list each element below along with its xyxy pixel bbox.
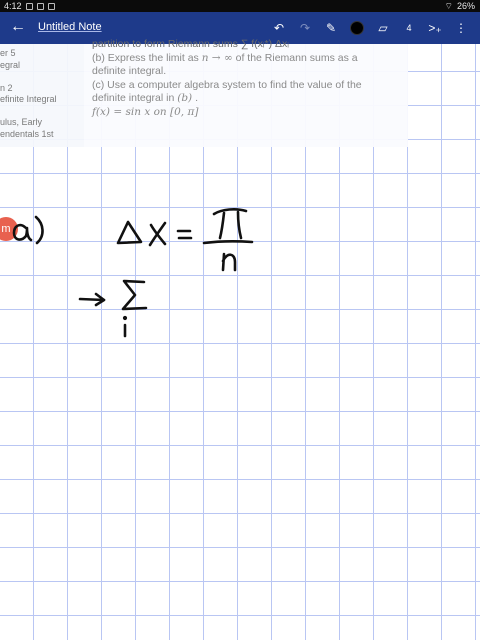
- handwriting-layer: [12, 208, 254, 338]
- ink-stroke-delta: [116, 220, 143, 245]
- ink-stroke-pi: [212, 208, 248, 216]
- ink-stroke-pi: [218, 211, 226, 240]
- ink-stroke-sigma: [121, 279, 148, 311]
- ink-stroke-arrow: [78, 297, 106, 302]
- ink-stroke-pi: [236, 210, 243, 240]
- ink-stroke-a: [12, 223, 33, 242]
- ink-stroke-paren: [34, 215, 44, 245]
- ink-stroke-n: [221, 252, 237, 272]
- ink-dot-i: [122, 315, 128, 321]
- ink-stroke-fraction-bar: [202, 240, 254, 245]
